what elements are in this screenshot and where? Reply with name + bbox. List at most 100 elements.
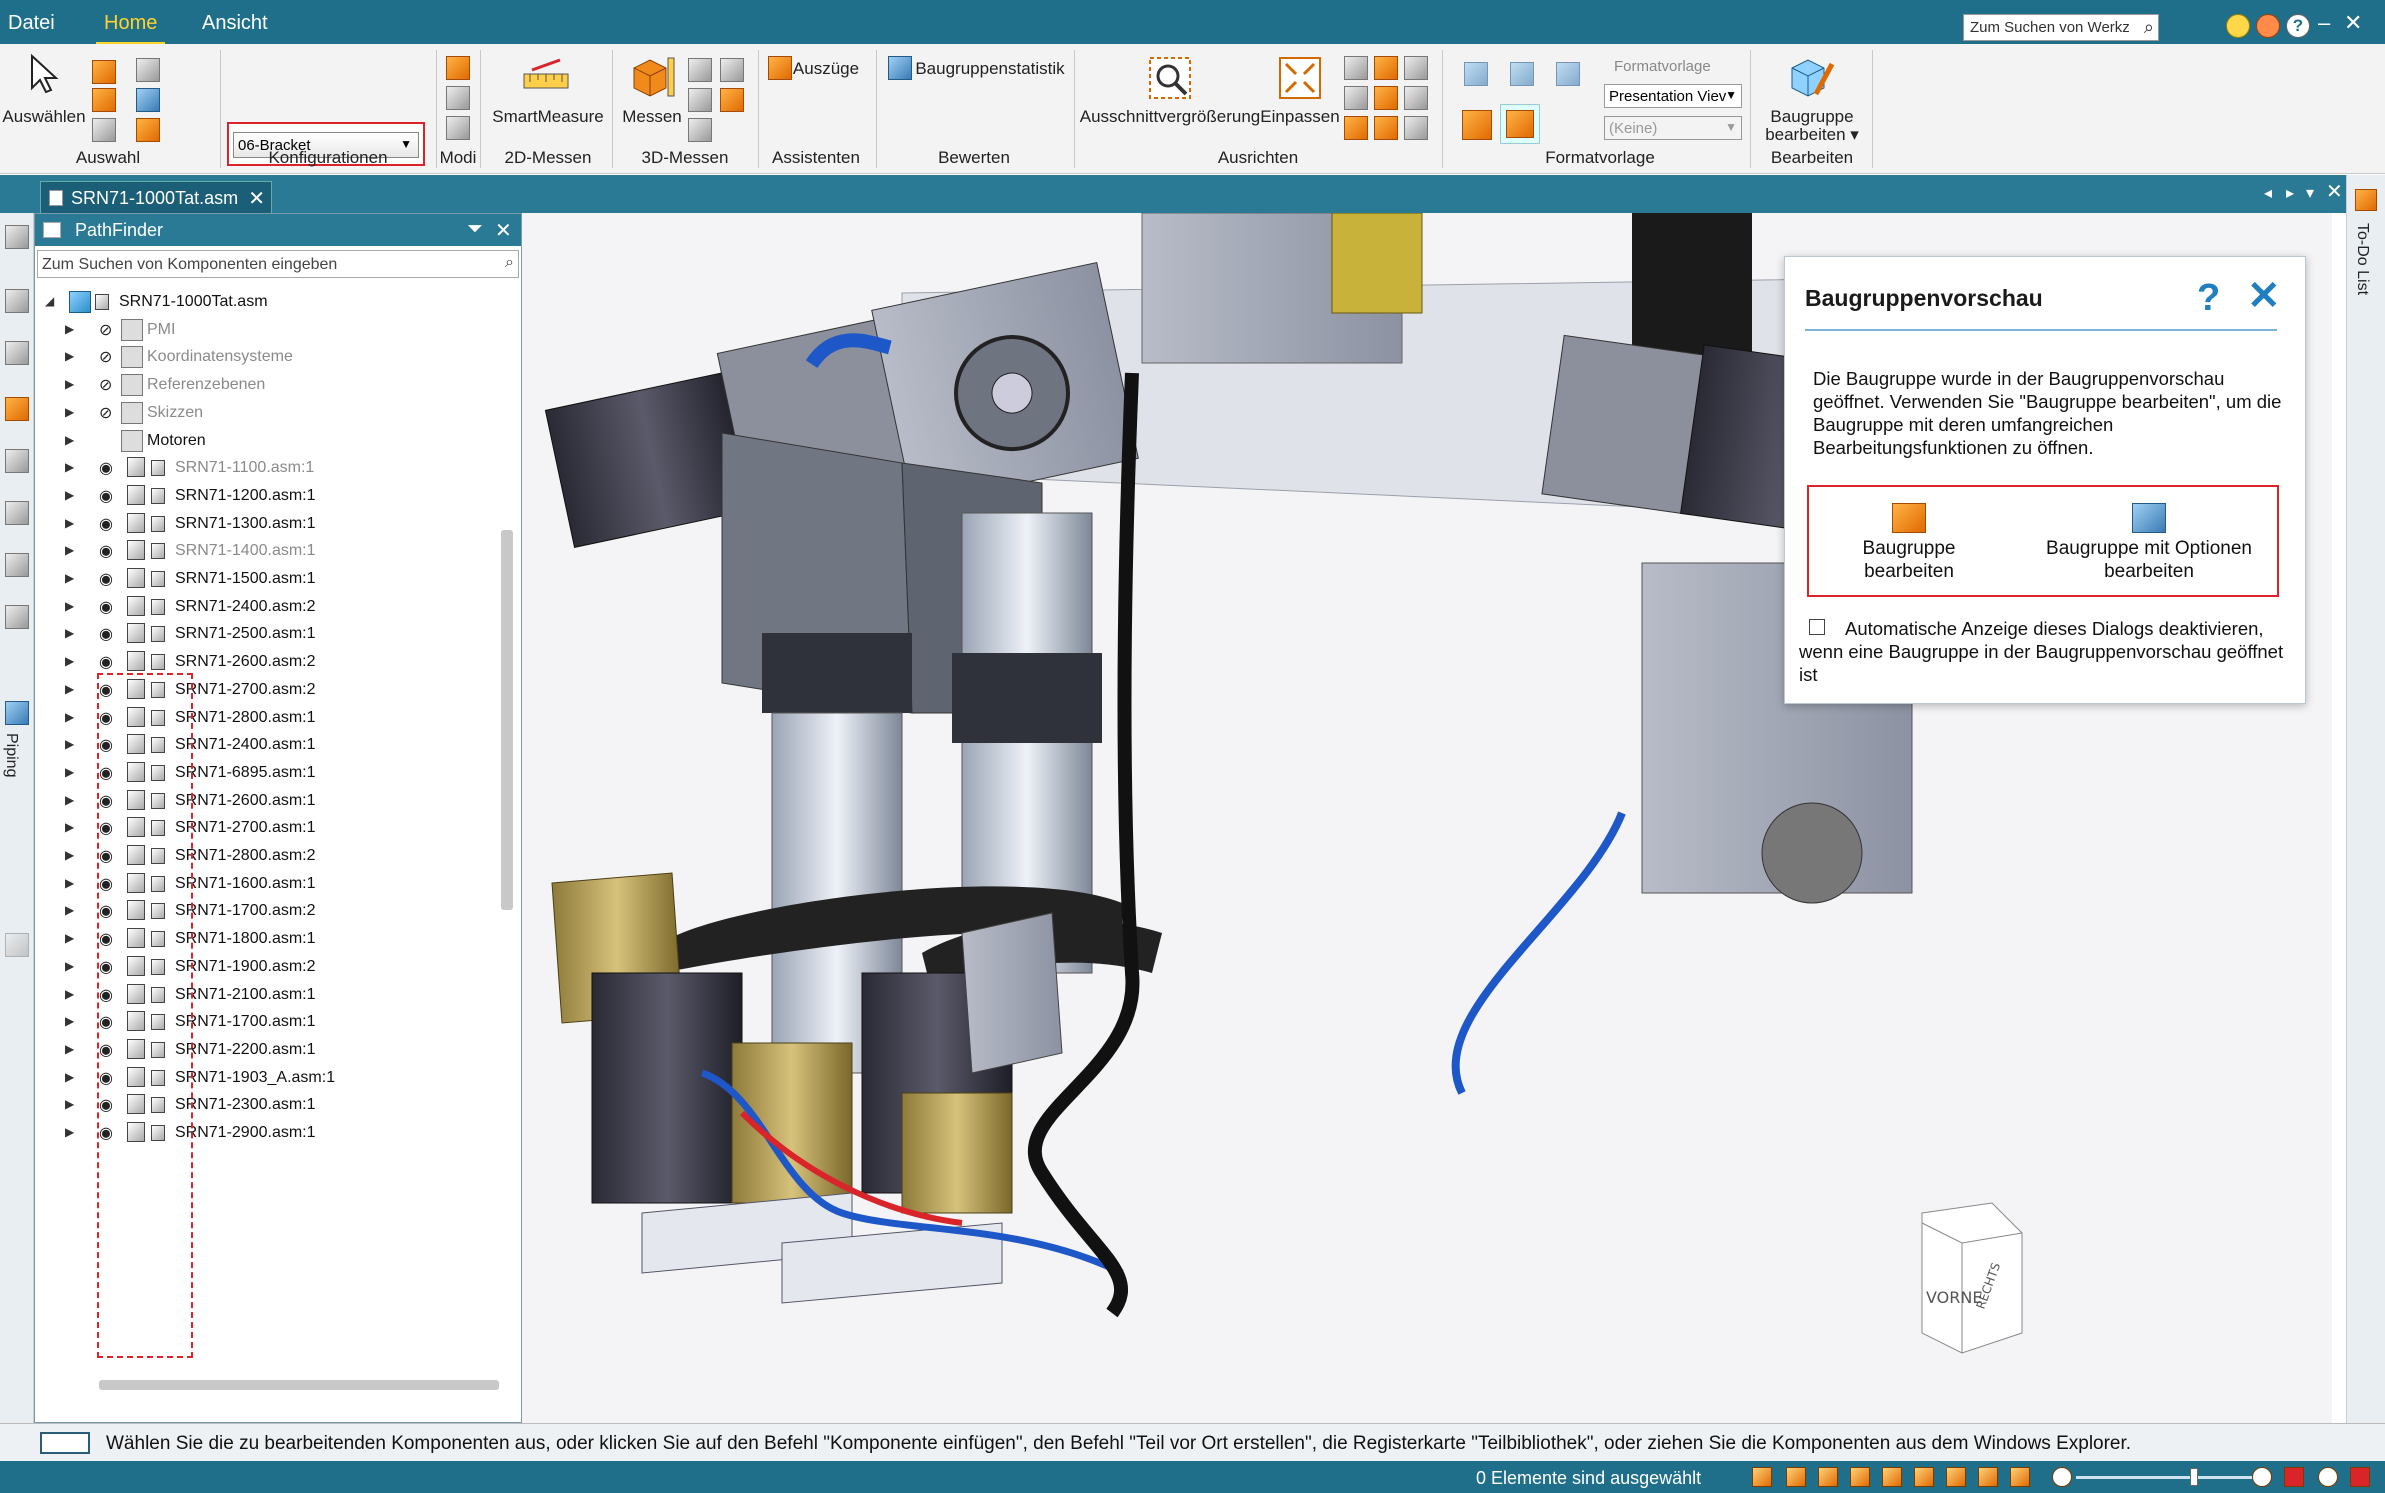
expand-arrow-icon[interactable]: ▶ (65, 377, 74, 391)
strip-tool-5-icon[interactable] (5, 449, 29, 473)
eye-icon[interactable]: ◉ (99, 486, 119, 506)
measure-inquire-icon[interactable] (720, 88, 744, 112)
stop-icon[interactable] (2350, 1467, 2370, 1487)
edit-assembly-button[interactable]: Baugruppe bearbeiten ▾ (1765, 108, 1859, 144)
strip-tool-7-icon[interactable] (5, 553, 29, 577)
expand-arrow-icon[interactable]: ▶ (65, 710, 74, 724)
edit-assembly-dialog-button[interactable]: Baugruppe bearbeiten (1829, 503, 1989, 583)
tree-item[interactable]: ▶ ◉ SRN71-2500.asm:1 (35, 620, 495, 648)
todo-list-tab[interactable]: To-Do List (2353, 223, 2371, 295)
tree-item[interactable]: ▶ ◉ SRN71-1500.asm:1 (35, 565, 495, 593)
component-search-input[interactable]: Zum Suchen von Komponenten eingeben ⌕ (37, 250, 519, 278)
status-tool-1-icon[interactable] (1752, 1467, 1772, 1487)
zoom-icon[interactable] (1344, 56, 1368, 80)
close-tab-icon[interactable]: ✕ (248, 186, 265, 211)
measure-icon[interactable] (630, 54, 676, 100)
zoom-out-icon[interactable] (2052, 1467, 2072, 1487)
presentation-select[interactable]: Presentation Viev ▼ (1604, 84, 1742, 108)
expand-arrow-icon[interactable]: ▶ (65, 765, 74, 779)
hidden-eye-icon[interactable]: ⊘ (99, 375, 119, 395)
tab-scroll-right-icon[interactable]: ▸ (2286, 183, 2294, 203)
status-shade-edges-icon[interactable] (1978, 1467, 1998, 1487)
panel-close-icon[interactable]: ✕ (495, 218, 512, 243)
expand-arrow-icon[interactable]: ▶ (65, 959, 74, 973)
rotate-icon[interactable] (1404, 56, 1428, 80)
close-doc-icon[interactable]: ✕ (2326, 179, 2343, 204)
eye-icon[interactable]: ◉ (99, 514, 119, 534)
help-icon[interactable]: ? (2197, 277, 2220, 320)
measure-angle-icon[interactable] (720, 58, 744, 82)
select-rect-icon[interactable] (92, 118, 116, 142)
measure-physical-icon[interactable] (688, 118, 712, 142)
panel-options-icon[interactable]: ⏷ (467, 218, 483, 241)
extracts-icon[interactable] (768, 56, 792, 80)
menu-home[interactable]: Home (95, 12, 166, 45)
strip-tool-8-icon[interactable] (5, 605, 29, 629)
expand-arrow-icon[interactable]: ▶ (65, 460, 74, 474)
todo-list-icon[interactable] (2355, 189, 2377, 211)
tree-folder[interactable]: ▶ Motoren (35, 427, 495, 455)
strip-tool-1-icon[interactable] (5, 225, 29, 249)
view-cube-icon[interactable] (1404, 116, 1428, 140)
eye-icon[interactable]: ◉ (99, 624, 119, 644)
auto-show-checkbox[interactable] (1809, 619, 1825, 635)
eye-icon[interactable]: ◉ (99, 541, 119, 561)
expand-arrow-icon[interactable]: ▶ (65, 599, 74, 613)
menu-file[interactable]: Datei (8, 12, 55, 35)
view-iso-icon[interactable] (1464, 62, 1488, 86)
expand-arrow-icon[interactable]: ▶ (65, 737, 74, 751)
expand-arrow-icon[interactable]: ▶ (65, 848, 74, 862)
tree-item[interactable]: ▶ ◉ SRN71-2600.asm:2 (35, 648, 495, 676)
expand-arrow-icon[interactable]: ▶ (65, 876, 74, 890)
tree-item[interactable]: ▶ ◉ SRN71-1100.asm:1 (35, 454, 495, 482)
status-pan-icon[interactable] (1850, 1467, 1870, 1487)
expand-arrow-icon[interactable]: ▶ (65, 322, 74, 336)
hidden-eye-icon[interactable]: ⊘ (99, 347, 119, 367)
zoom-slider-thumb[interactable] (2190, 1468, 2198, 1486)
expand-arrow-icon[interactable]: ▶ (65, 793, 74, 807)
mode-assembly-icon[interactable] (446, 116, 470, 140)
edit-assembly-icon[interactable] (1788, 54, 1834, 100)
close-icon[interactable]: ✕ (2247, 273, 2281, 319)
shaded-icon[interactable] (1462, 110, 1492, 140)
expand-arrow-icon[interactable]: ▶ (65, 682, 74, 696)
smiley-sad-icon[interactable] (2256, 14, 2280, 38)
expand-arrow-icon[interactable]: ▶ (65, 433, 74, 447)
assembly-statistics-button[interactable]: Baugruppenstatistik (915, 60, 1064, 78)
select-component-icon[interactable] (136, 88, 160, 112)
command-search-input[interactable]: Zum Suchen von Werkz ⌕ (1963, 14, 2159, 41)
measure-distance-icon[interactable] (688, 58, 712, 82)
edit-assembly-options-button[interactable]: Baugruppe mit Optionen bearbeiten (2029, 503, 2269, 583)
look-at-icon[interactable] (1344, 116, 1368, 140)
eye-icon[interactable]: ◉ (99, 569, 119, 589)
collapse-arrow-icon[interactable]: ◢ (45, 294, 54, 308)
tree-vertical-scrollbar[interactable] (501, 530, 513, 910)
status-display-icon[interactable] (2010, 1467, 2030, 1487)
status-fit-icon[interactable] (1818, 1467, 1838, 1487)
expand-arrow-icon[interactable]: ▶ (65, 349, 74, 363)
expand-arrow-icon[interactable]: ▶ (65, 571, 74, 585)
fit-button[interactable]: Einpassen (1260, 108, 1339, 126)
measure-min-icon[interactable] (688, 88, 712, 112)
select-part-icon[interactable] (136, 118, 160, 142)
expand-arrow-icon[interactable]: ▶ (65, 488, 74, 502)
tree-item[interactable]: ▶ ◉ SRN71-1400.asm:1 (35, 537, 495, 565)
tab-scroll-left-icon[interactable]: ◂ (2264, 183, 2272, 203)
fly-icon[interactable] (1374, 116, 1398, 140)
shaded-edges-button[interactable] (1500, 104, 1540, 144)
mode-part-icon[interactable] (446, 86, 470, 110)
select-tool-icon[interactable] (136, 58, 160, 82)
tree-folder[interactable]: ▶ ⊘ Referenzebenen (35, 371, 495, 399)
smiley-happy-icon[interactable] (2226, 14, 2250, 38)
eye-icon[interactable]: ◉ (99, 652, 119, 672)
tree-item[interactable]: ▶ ◉ SRN71-1200.asm:1 (35, 482, 495, 510)
document-tab[interactable]: SRN71-1000Tat.asm ✕ (40, 181, 272, 213)
expand-arrow-icon[interactable]: ▶ (65, 1070, 74, 1084)
expand-arrow-icon[interactable]: ▶ (65, 903, 74, 917)
tree-folder[interactable]: ▶ ⊘ PMI (35, 316, 495, 344)
expand-arrow-icon[interactable]: ▶ (65, 516, 74, 530)
tree-item[interactable]: ▶ ◉ SRN71-1300.asm:1 (35, 510, 495, 538)
spin-icon[interactable] (1404, 86, 1428, 110)
expand-arrow-icon[interactable]: ▶ (65, 654, 74, 668)
video-icon[interactable] (2284, 1467, 2304, 1487)
